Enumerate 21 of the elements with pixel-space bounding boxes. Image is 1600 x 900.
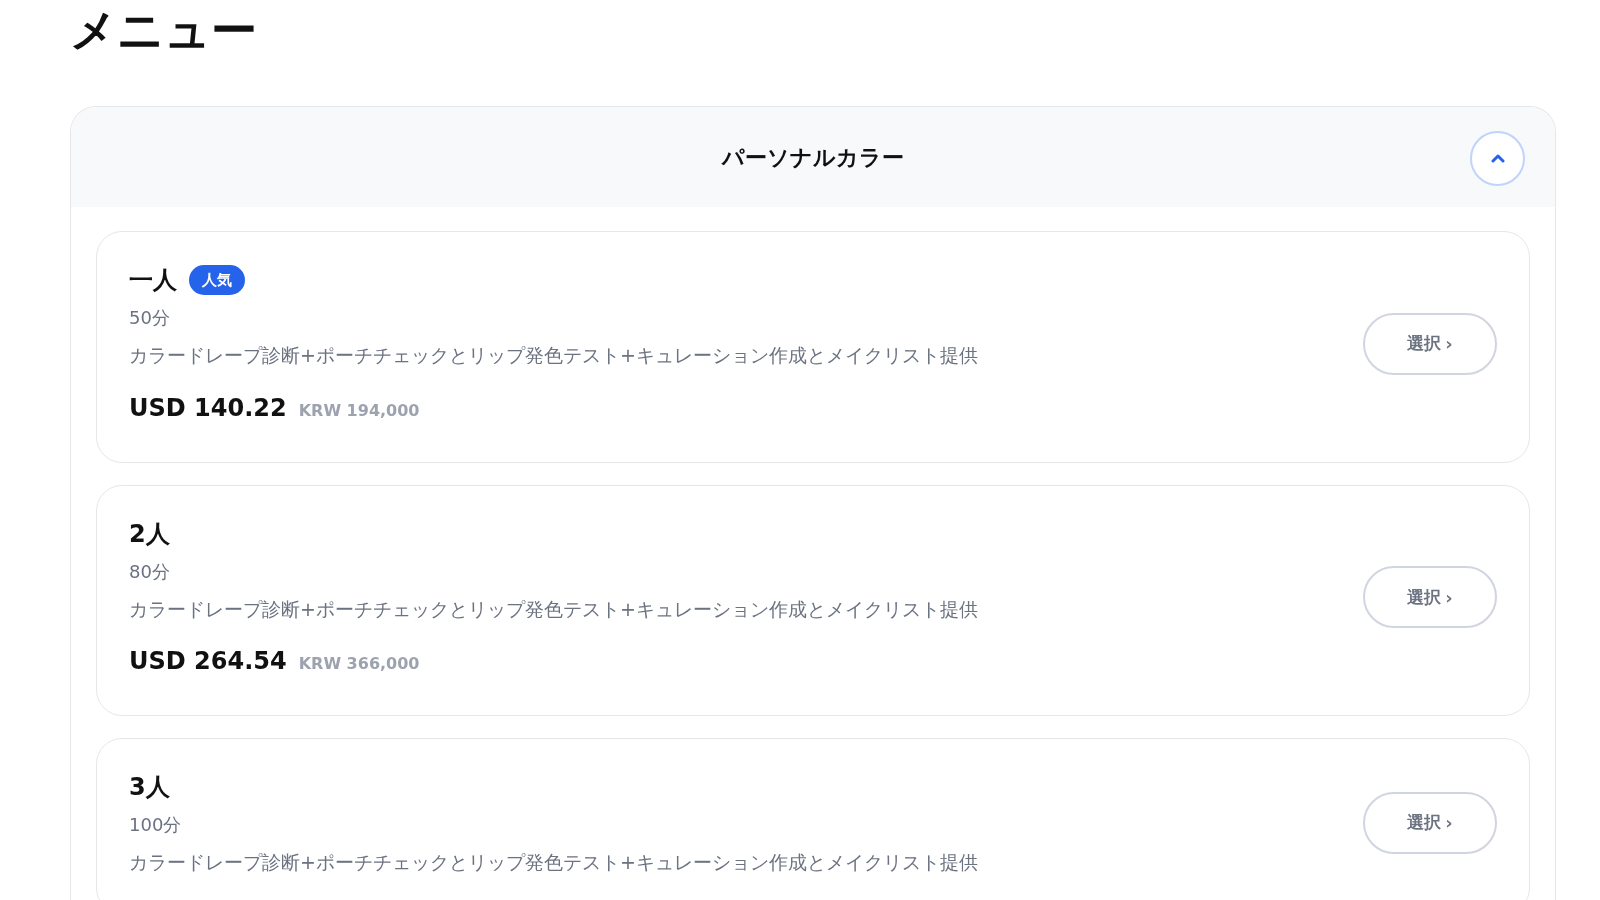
- item-name: 3人: [129, 772, 170, 803]
- price: USD 140.22: [129, 392, 287, 424]
- local-price: KRW 366,000: [298, 653, 420, 675]
- item-name: 2人: [129, 518, 170, 550]
- select-button[interactable]: 選択 ›: [1363, 312, 1497, 375]
- collapse-button[interactable]: [1470, 131, 1525, 186]
- duration: 50分: [129, 306, 171, 330]
- duration: 100分: [129, 813, 183, 837]
- duration: 80分: [129, 559, 171, 584]
- price: USD 264.54: [129, 646, 287, 677]
- popular-badge: 人気: [189, 264, 245, 296]
- select-button[interactable]: 選択 ›: [1363, 566, 1497, 629]
- item-name: 一人: [129, 265, 177, 296]
- local-price: KRW 194,000: [298, 399, 420, 422]
- description: カラードレープ診断+ポーチチェックとリップ発色テスト+キュレーション作成とメイクリスト提供: [129, 596, 978, 622]
- chevron-up-icon: [1490, 154, 1505, 163]
- page-title: メニュー: [70, 2, 258, 59]
- description: カラードレープ診断+ポーチチェックとリップ発色テスト+キュレーション作成とメイクリスト提供: [129, 343, 978, 368]
- description: カラードレープ診断+ポーチチェックとリップ発色テスト+キュレーション作成とメイクリスト提供: [129, 850, 978, 875]
- select-button[interactable]: 選択 ›: [1363, 791, 1497, 854]
- section-title: パーソナルカラー: [722, 143, 904, 172]
